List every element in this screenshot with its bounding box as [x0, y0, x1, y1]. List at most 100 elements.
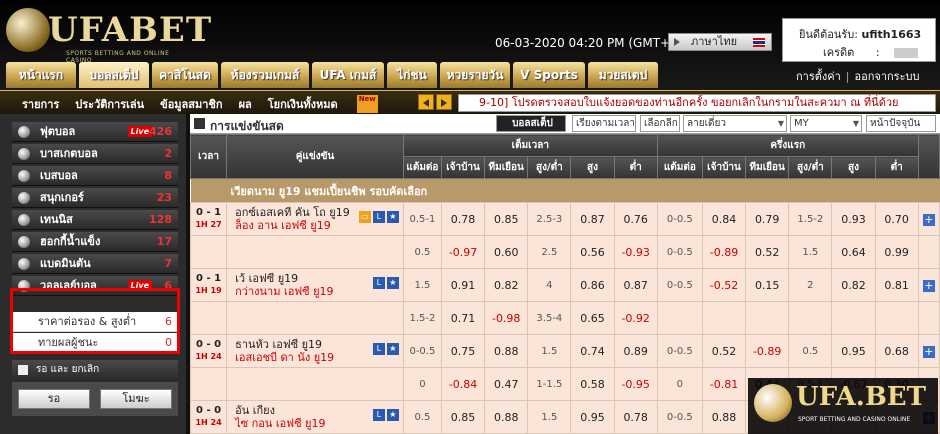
odds-cell[interactable]: 0.84 [701, 202, 747, 237]
league-row[interactable]: เวียดนาม ยู19 แชมเปี้ยนชิพ รอบคัดเลือก [190, 178, 940, 203]
sport-item-5[interactable]: ฮอกกี้น้ำแข็ง 17 [12, 232, 178, 252]
tv-icon[interactable]: ▭ [358, 211, 371, 224]
tab-0[interactable]: หน้าแรก [6, 62, 76, 88]
odds-cell[interactable]: 0.86 [570, 268, 615, 303]
tab-8[interactable]: มวยสเตป [588, 62, 658, 88]
odds-cell[interactable]: 0.79 [745, 202, 790, 237]
odds-type-select[interactable]: ลายเดี่ยว [683, 115, 787, 132]
tab-5[interactable]: ไก่ชน [387, 62, 437, 88]
odds-cell[interactable]: 0.89 [613, 334, 658, 369]
odds-cell[interactable]: 0.88 [484, 334, 529, 369]
odds-cell[interactable]: 0.87 [570, 202, 615, 237]
odds-cell[interactable]: 0.82 [484, 268, 529, 303]
odds-cell[interactable]: 0.52 [701, 334, 747, 369]
col-header-0-1: เจ้าบ้าน [440, 156, 486, 179]
sport-item-1[interactable]: บาสเกตบอล 2 [12, 144, 178, 164]
odds-cell[interactable]: 0.75 [440, 334, 486, 369]
subnav-item-3[interactable]: ผล [239, 95, 252, 113]
tab-1[interactable]: บอลสเต็ป [79, 62, 149, 88]
wait-button[interactable]: รอ [18, 389, 90, 409]
live-info-icon[interactable]: L [372, 409, 385, 422]
plus-icon[interactable]: + [922, 213, 935, 226]
tab-3[interactable]: ห้องรวมเกมส์ [221, 62, 309, 88]
tab-6[interactable]: หวยรายวัน [440, 62, 510, 88]
odds-cell[interactable]: 0.87 [613, 268, 658, 303]
language-select[interactable]: ภาษาไทย [668, 33, 772, 51]
odds-cell[interactable]: 0.70 [874, 202, 919, 237]
match-score [189, 301, 228, 336]
handicap-cell: 0.5-1 [402, 202, 442, 237]
star-icon[interactable]: ★ [386, 343, 399, 356]
odds-cell[interactable]: -0.84 [440, 367, 486, 402]
odds-cell[interactable]: 0.15 [745, 268, 790, 303]
odds-cell[interactable]: 0.64 [831, 235, 876, 270]
sport-item-0[interactable]: ฟุตบอล Live 426 [12, 122, 178, 142]
pending-cancel-header[interactable]: รอ และ ยกเลิก [12, 360, 178, 380]
star-icon[interactable]: ★ [386, 409, 399, 422]
odds-cell[interactable]: 0.85 [440, 400, 486, 434]
logout-link[interactable]: ออกจากระบบ [855, 70, 920, 83]
odds-cell[interactable]: 0.76 [613, 202, 658, 237]
sort-select[interactable]: เรียงตามเวลา [572, 115, 636, 132]
odds-cell[interactable]: 0.60 [484, 235, 529, 270]
odds-cell[interactable]: 0.71 [440, 301, 486, 336]
odds-cell[interactable]: -0.93 [613, 235, 658, 270]
sport-select[interactable]: บอลสเต็ป [496, 115, 566, 132]
odds-cell[interactable]: 0.93 [831, 202, 876, 237]
sport-item-3[interactable]: สนุกเกอร์ 23 [12, 188, 178, 208]
odds-cell[interactable]: -0.98 [484, 301, 529, 336]
odds-cell[interactable]: 0.58 [570, 367, 615, 402]
today-select[interactable]: หน้าปัจจุบัน [866, 115, 936, 132]
sport-item-4[interactable]: เทนนิส 128 [12, 210, 178, 230]
odds-cell[interactable]: 0.82 [831, 268, 876, 303]
odds-cell[interactable]: 0.99 [874, 235, 919, 270]
subnav-item-4[interactable]: โยกเงินทั้งหมด [268, 95, 338, 113]
odds-cell[interactable]: -0.95 [613, 367, 658, 402]
odds-cell[interactable]: 0.95 [570, 400, 615, 434]
tab-4[interactable]: UFA เกมส์ [312, 62, 384, 88]
live-info-icon[interactable]: L [372, 277, 385, 290]
odds-cell[interactable]: -0.52 [701, 268, 747, 303]
match-teams: เว้ เอฟซี ยู19 กว่างนาม เอฟซี ยู19 L ★ [226, 268, 404, 303]
subnav-item-2[interactable]: ข้อมูลสมาชิก [160, 95, 222, 113]
star-icon[interactable]: ★ [386, 277, 399, 290]
odds-cell[interactable]: 0.68 [874, 334, 919, 369]
tab-2[interactable]: คาสิโนสด [152, 62, 218, 88]
subnav-item-1[interactable]: ประวัติการเล่น [75, 95, 144, 113]
ticker-next-button[interactable] [436, 94, 452, 110]
odds-cell[interactable]: 0.95 [831, 334, 876, 369]
plus-icon[interactable]: + [922, 345, 935, 358]
settings-link[interactable]: การตั้งค่า [796, 70, 841, 83]
league-select[interactable]: เลือกลีก [640, 115, 680, 132]
plus-icon[interactable]: + [922, 279, 935, 292]
odds-cell[interactable]: 0.47 [484, 367, 529, 402]
ticker-prev-button[interactable] [418, 94, 434, 110]
odds-cell[interactable]: -0.92 [613, 301, 658, 336]
market-select[interactable]: MY [790, 115, 862, 132]
odds-cell[interactable]: 0.78 [440, 202, 486, 237]
odds-cell[interactable]: 0.85 [484, 202, 529, 237]
subnav-item-0[interactable]: รายการ [22, 95, 59, 113]
odds-cell[interactable]: 0.65 [570, 301, 615, 336]
tab-7[interactable]: V Sports [513, 62, 585, 88]
odds-cell[interactable]: 0.91 [440, 268, 486, 303]
star-icon[interactable]: ★ [386, 211, 399, 224]
odds-cell[interactable]: 0.52 [745, 235, 790, 270]
logo[interactable]: UFABET SPORTS BETTING AND ONLINE CASINO [6, 4, 211, 64]
odds-cell[interactable]: 0.88 [484, 400, 529, 434]
announcement-ticker[interactable]: 9-10] โปรดตรวจสอบใบแจ้งยอดของท่านอีกครั้… [458, 94, 936, 112]
odds-cell[interactable]: 0.81 [874, 268, 919, 303]
void-button[interactable]: โมฆะ [100, 389, 172, 409]
odds-cell[interactable]: 0.78 [613, 400, 658, 434]
odds-cell[interactable]: 0.74 [570, 334, 615, 369]
odds-cell[interactable]: -0.89 [745, 334, 790, 369]
sport-item-2[interactable]: เบสบอล 8 [12, 166, 178, 186]
live-info-icon[interactable]: L [372, 343, 385, 356]
odds-cell[interactable]: -0.89 [701, 235, 747, 270]
odds-cell[interactable]: 0.56 [570, 235, 615, 270]
live-info-icon[interactable]: L [372, 211, 385, 224]
odds-cell[interactable]: -0.97 [440, 235, 486, 270]
sport-item-6[interactable]: แบดมินตัน 7 [12, 254, 178, 274]
odds-cell[interactable]: -0.81 [701, 367, 747, 402]
odds-cell[interactable]: 0.88 [701, 400, 747, 434]
